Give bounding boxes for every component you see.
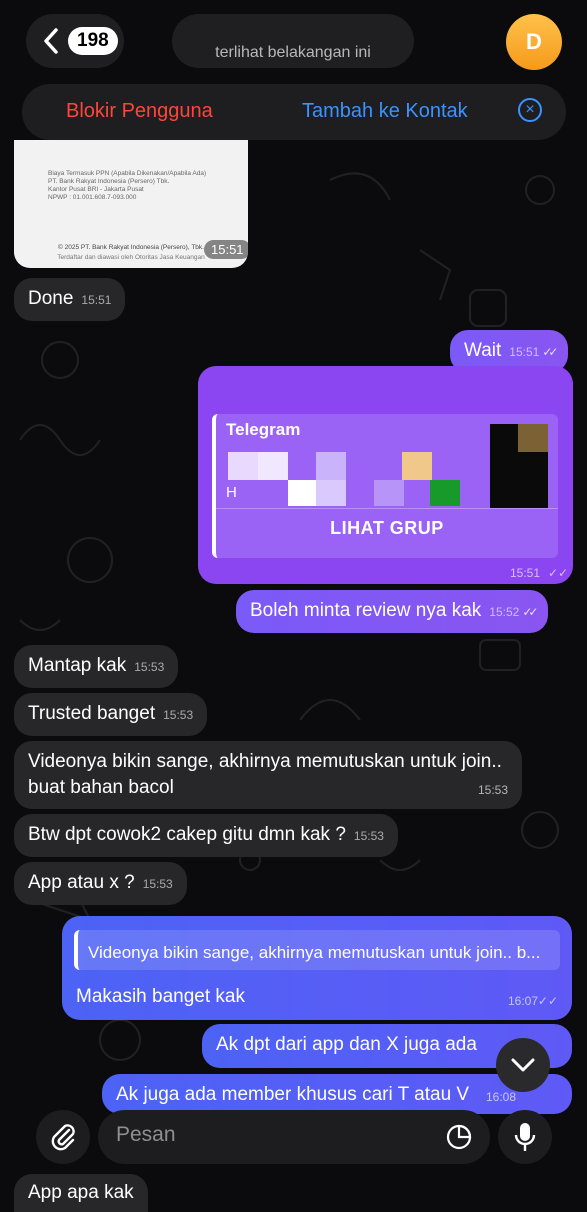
censor-block <box>228 452 258 480</box>
message-bubble[interactable]: Mantap kak 15:53 <box>14 645 179 688</box>
message-text: Ak juga ada member khusus cari T atau V <box>116 1084 470 1105</box>
message-bubble[interactable]: Done 15:51 <box>14 278 126 321</box>
message-time: 15:53 <box>477 783 508 797</box>
reply-quote[interactable]: Videonya bikin sange, akhirnya memutuska… <box>74 930 560 970</box>
message-time: 15:53 <box>142 877 173 891</box>
last-seen-status: terlihat belakangan ini <box>215 44 371 61</box>
close-icon[interactable]: × <box>518 98 542 122</box>
link-preview-message[interactable]: Telegram H LIHAT GRUP 15:51 ✓✓ <box>198 366 573 584</box>
message-time: 15:53 <box>134 660 165 674</box>
censor-block <box>288 480 318 506</box>
censor-block <box>316 452 346 480</box>
avatar-letter: D <box>526 29 542 54</box>
message-time: 16:07 <box>507 994 538 1008</box>
message-time: 15:51 <box>509 345 540 359</box>
message-bubble[interactable]: Trusted banget 15:53 <box>14 693 208 736</box>
avatar[interactable]: D <box>506 14 562 70</box>
block-user-button[interactable]: Blokir Pengguna <box>66 100 213 123</box>
read-checks-icon: ✓✓ <box>522 605 538 619</box>
add-contact-button[interactable]: Tambah ke Kontak <box>302 100 468 123</box>
message-text: Done <box>28 288 74 309</box>
chat-title[interactable]: terlihat belakangan ini <box>172 14 414 68</box>
message-text: Wait <box>464 340 502 361</box>
message-time: 15:51 <box>204 240 248 259</box>
link-site-name: Telegram <box>226 420 301 439</box>
censor-block <box>430 480 460 506</box>
chevron-down-icon <box>511 1058 535 1072</box>
image-message[interactable]: Biaya Termasuk PPN (Apabila Dikenakan/Ap… <box>14 140 248 268</box>
microphone-icon <box>514 1123 536 1151</box>
unread-count-badge: 198 <box>68 27 118 55</box>
divider <box>216 508 558 509</box>
reply-message-bubble[interactable]: Videonya bikin sange, akhirnya memutuska… <box>62 916 572 1020</box>
read-checks-icon: ✓✓ <box>542 345 558 359</box>
message-text: Btw dpt cowok2 cakep gitu dmn kak ? <box>28 824 346 845</box>
message-bubble[interactable]: Videonya bikin sange, akhirnya memutuska… <box>14 741 522 809</box>
read-checks-icon: ✓✓ <box>548 566 569 580</box>
microphone-button[interactable] <box>498 1110 552 1164</box>
message-time: 15:53 <box>353 829 384 843</box>
link-preview-initial: H <box>226 484 237 501</box>
chevron-left-icon <box>44 28 58 54</box>
contact-action-bar: Blokir Pengguna Tambah ke Kontak × <box>22 84 566 140</box>
censor-block <box>258 452 288 480</box>
message-text: Trusted banget <box>28 703 156 724</box>
attach-button[interactable] <box>36 1110 90 1164</box>
message-text: Makasih banget kak <box>76 986 245 1007</box>
paperclip-icon <box>51 1124 75 1151</box>
image-message-text: Biaya Termasuk PPN (Apabila Dikenakan/Ap… <box>48 170 207 201</box>
read-checks-icon: ✓✓ <box>537 994 558 1008</box>
message-bubble[interactable]: Btw dpt cowok2 cakep gitu dmn kak ? 15:53 <box>14 814 398 857</box>
scroll-down-button[interactable] <box>496 1038 550 1092</box>
message-text: Ak dpt dari app dan X juga ada <box>216 1034 477 1055</box>
censor-block <box>402 452 432 480</box>
message-text: App atau x ? <box>28 872 135 893</box>
message-bubble[interactable]: App atau x ? 15:53 <box>14 862 187 905</box>
message-time: 15:51 <box>81 293 112 307</box>
message-text: Boleh minta review nya kak <box>250 600 482 621</box>
message-bubble[interactable]: App apa kak <box>14 1174 148 1212</box>
message-time: 15:52 <box>489 605 520 619</box>
message-bubble[interactable]: Boleh minta review nya kak 15:52 ✓✓ <box>236 590 549 633</box>
message-text: Videonya bikin sange, akhirnya memutuska… <box>28 751 502 798</box>
message-input[interactable] <box>114 1122 418 1148</box>
censor-block <box>316 480 346 506</box>
message-time: 15:51 <box>510 566 541 580</box>
message-input-container[interactable] <box>98 1110 490 1164</box>
sticker-icon[interactable] <box>444 1122 474 1152</box>
censor-block <box>518 424 548 452</box>
back-button[interactable]: 198 <box>26 14 124 68</box>
message-time: 15:53 <box>163 708 194 722</box>
censor-block <box>374 480 404 506</box>
message-text: Mantap kak <box>28 655 127 676</box>
view-group-button[interactable]: LIHAT GRUP <box>216 518 558 539</box>
